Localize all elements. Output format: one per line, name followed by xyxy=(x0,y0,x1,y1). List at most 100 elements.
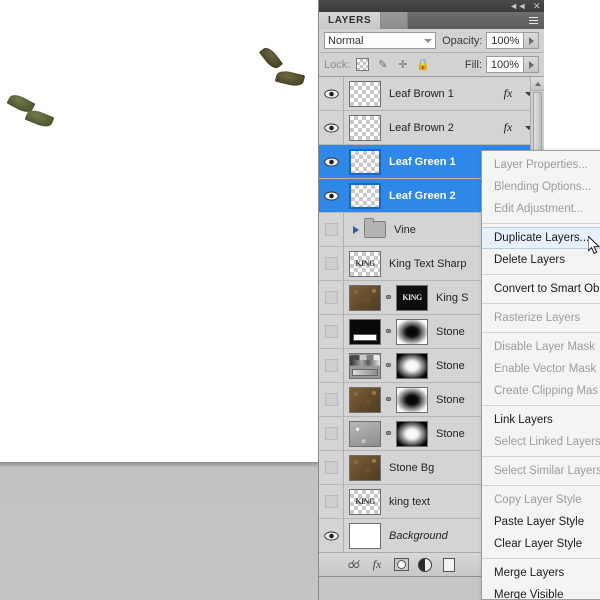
panel-titlebar: ◄◄ ✕ xyxy=(319,0,544,12)
layer-mask-thumbnail[interactable] xyxy=(396,386,428,413)
layer-visibility-toggle-off[interactable] xyxy=(319,383,344,416)
opacity-input[interactable]: 100% xyxy=(486,32,525,49)
panel-options-menu-icon[interactable] xyxy=(522,12,544,29)
context-menu-item[interactable]: Delete Layers xyxy=(482,249,600,271)
layer-visibility-toggle-off[interactable] xyxy=(319,213,344,246)
tab-adjacent[interactable] xyxy=(381,12,409,29)
layer-thumbnail[interactable]: KING xyxy=(349,250,381,277)
new-adjustment-layer-icon[interactable] xyxy=(413,555,437,575)
layer-row[interactable]: Leaf Brown 2 fx xyxy=(319,111,544,145)
mask-link-icon[interactable]: ⚭ xyxy=(383,359,394,372)
context-menu-item[interactable]: Merge Visible xyxy=(482,584,600,599)
context-menu-item[interactable]: Link Layers xyxy=(482,409,600,431)
layer-name[interactable]: Background xyxy=(389,530,448,542)
scroll-up-button[interactable] xyxy=(531,77,544,91)
layer-name[interactable]: Leaf Brown 2 xyxy=(389,122,454,134)
document-canvas[interactable] xyxy=(0,0,318,462)
opacity-stepper[interactable] xyxy=(524,32,539,49)
layer-mask-thumbnail[interactable]: KING xyxy=(396,284,428,311)
layer-thumbnail[interactable] xyxy=(349,114,381,141)
layer-name[interactable]: king text xyxy=(389,496,430,508)
lock-image-pixels-icon[interactable]: ✎ xyxy=(375,57,390,72)
close-icon[interactable]: ✕ xyxy=(533,1,541,11)
layer-visibility-toggle-off[interactable] xyxy=(319,451,344,484)
blend-mode-select[interactable]: Normal xyxy=(324,32,437,49)
layer-name[interactable]: Stone xyxy=(436,326,465,338)
link-layers-icon[interactable]: ☌☌ xyxy=(341,555,365,575)
layer-mask-thumbnail[interactable] xyxy=(396,420,428,447)
mask-link-icon[interactable]: ⚭ xyxy=(383,427,394,440)
layer-name[interactable]: Vine xyxy=(394,224,416,236)
layer-thumbnail[interactable] xyxy=(349,522,381,549)
context-menu-item[interactable]: Select Similar Layers xyxy=(482,460,600,482)
context-menu-item[interactable]: Create Clipping Mas xyxy=(482,380,600,402)
layer-visibility-toggle-off[interactable] xyxy=(319,281,344,314)
layer-name[interactable]: King S xyxy=(436,292,468,304)
mask-link-icon[interactable]: ⚭ xyxy=(383,393,394,406)
layer-thumbnail[interactable]: KING xyxy=(349,488,381,515)
layer-visibility-toggle-off[interactable] xyxy=(319,349,344,382)
layer-row[interactable]: Leaf Brown 1 fx xyxy=(319,77,544,111)
layer-visibility-toggle-off[interactable] xyxy=(319,315,344,348)
layer-thumbnail[interactable] xyxy=(349,148,381,175)
mask-link-icon[interactable]: ⚭ xyxy=(383,325,394,338)
add-layer-style-icon[interactable]: fx xyxy=(365,555,389,575)
context-menu-item[interactable]: Convert to Smart Ob xyxy=(482,278,600,300)
layer-thumbnail[interactable] xyxy=(349,284,381,311)
layer-thumbnail[interactable] xyxy=(349,386,381,413)
layer-thumbnail[interactable] xyxy=(349,80,381,107)
context-menu-item[interactable]: Select Linked Layers xyxy=(482,431,600,453)
context-menu-item[interactable]: Disable Layer Mask xyxy=(482,336,600,358)
layer-thumbnail[interactable] xyxy=(349,454,381,481)
layer-visibility-toggle-on[interactable] xyxy=(319,519,344,552)
context-menu-item[interactable]: Layer Properties... xyxy=(482,154,600,176)
context-menu-item[interactable]: Enable Vector Mask xyxy=(482,358,600,380)
layer-thumbnail[interactable] xyxy=(349,352,381,379)
layer-visibility-toggle-on[interactable] xyxy=(319,77,344,110)
mask-link-icon[interactable]: ⚭ xyxy=(383,291,394,304)
layer-name[interactable]: Stone xyxy=(436,394,465,406)
layer-visibility-toggle-off[interactable] xyxy=(319,485,344,518)
layer-visibility-toggle-on[interactable] xyxy=(319,179,344,212)
layer-name[interactable]: Leaf Green 1 xyxy=(389,156,456,168)
tab-layers[interactable]: LAYERS xyxy=(319,12,382,29)
layer-mask-thumbnail[interactable] xyxy=(396,318,428,345)
layer-thumbnail[interactable] xyxy=(349,182,381,209)
context-menu-item[interactable]: Copy Layer Style xyxy=(482,489,600,511)
layer-visibility-toggle-off[interactable] xyxy=(319,247,344,280)
group-expand-arrow[interactable] xyxy=(349,225,362,234)
layer-name[interactable]: Leaf Brown 1 xyxy=(389,88,454,100)
layer-effects-fx-icon[interactable]: fx xyxy=(497,111,519,144)
layer-context-menu[interactable]: Layer Properties... Blending Options... Ed… xyxy=(481,150,600,600)
fill-stepper[interactable] xyxy=(524,56,539,73)
layer-name[interactable]: Stone Bg xyxy=(389,462,434,474)
layer-visibility-toggle-on[interactable] xyxy=(319,111,344,144)
context-menu-item[interactable]: Rasterize Layers xyxy=(482,307,600,329)
layer-mask-thumbnail[interactable] xyxy=(396,352,428,379)
lock-all-icon[interactable]: 🔒 xyxy=(415,57,430,72)
layer-name[interactable]: Stone xyxy=(436,428,465,440)
new-group-icon[interactable] xyxy=(437,555,461,575)
layer-visibility-toggle-off[interactable] xyxy=(319,417,344,450)
lock-position-icon[interactable]: ✛ xyxy=(395,57,410,72)
layer-visibility-toggle-on[interactable] xyxy=(319,145,344,178)
layer-thumbnail[interactable] xyxy=(349,420,381,447)
layer-name[interactable]: King Text Sharp xyxy=(389,258,466,270)
context-menu-separator xyxy=(482,274,600,275)
layer-thumbnail[interactable] xyxy=(349,318,381,345)
context-menu-item[interactable]: Clear Layer Style xyxy=(482,533,600,555)
hamburger-icon xyxy=(528,15,538,26)
fill-input[interactable]: 100% xyxy=(486,56,524,73)
context-menu-item[interactable]: Paste Layer Style xyxy=(482,511,600,533)
add-layer-mask-icon[interactable] xyxy=(389,555,413,575)
layer-name[interactable]: Leaf Green 2 xyxy=(389,190,456,202)
context-menu-item[interactable]: Merge Layers xyxy=(482,562,600,584)
layer-name[interactable]: Stone xyxy=(436,360,465,372)
lock-transparent-pixels-icon[interactable] xyxy=(355,57,370,72)
collapse-to-icons-icon[interactable]: ◄◄ xyxy=(509,1,526,11)
layer-effects-fx-icon[interactable]: fx xyxy=(497,77,519,110)
context-menu-item[interactable]: Duplicate Layers... xyxy=(482,227,600,249)
context-menu-item[interactable]: Blending Options... xyxy=(482,176,600,198)
context-menu-separator xyxy=(482,558,600,559)
context-menu-item[interactable]: Edit Adjustment... xyxy=(482,198,600,220)
